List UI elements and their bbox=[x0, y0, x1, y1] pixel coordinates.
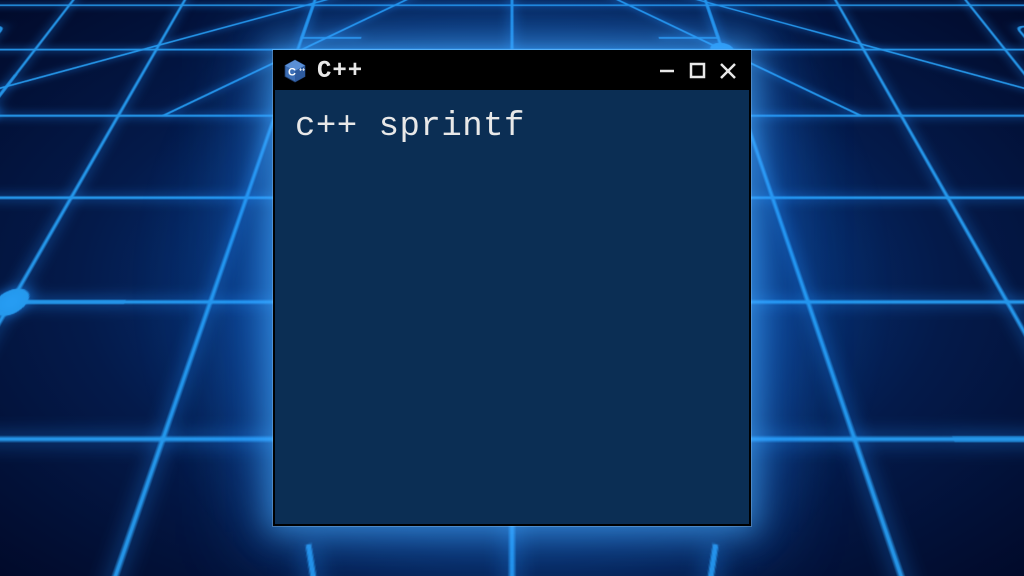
minimize-button[interactable] bbox=[657, 60, 679, 82]
svg-text:+: + bbox=[302, 68, 305, 74]
window-title: C++ bbox=[317, 58, 647, 85]
svg-text:C: C bbox=[288, 67, 296, 79]
cpp-logo-icon: C + + bbox=[283, 59, 307, 83]
terminal-content[interactable]: c++ sprintf bbox=[275, 90, 749, 164]
terminal-text: c++ sprintf bbox=[295, 108, 729, 146]
titlebar[interactable]: C + + C++ bbox=[275, 52, 749, 90]
window-controls bbox=[657, 60, 739, 82]
close-button[interactable] bbox=[717, 60, 739, 82]
maximize-button[interactable] bbox=[687, 60, 709, 82]
terminal-window: C + + C++ c++ sprintf bbox=[273, 50, 751, 526]
